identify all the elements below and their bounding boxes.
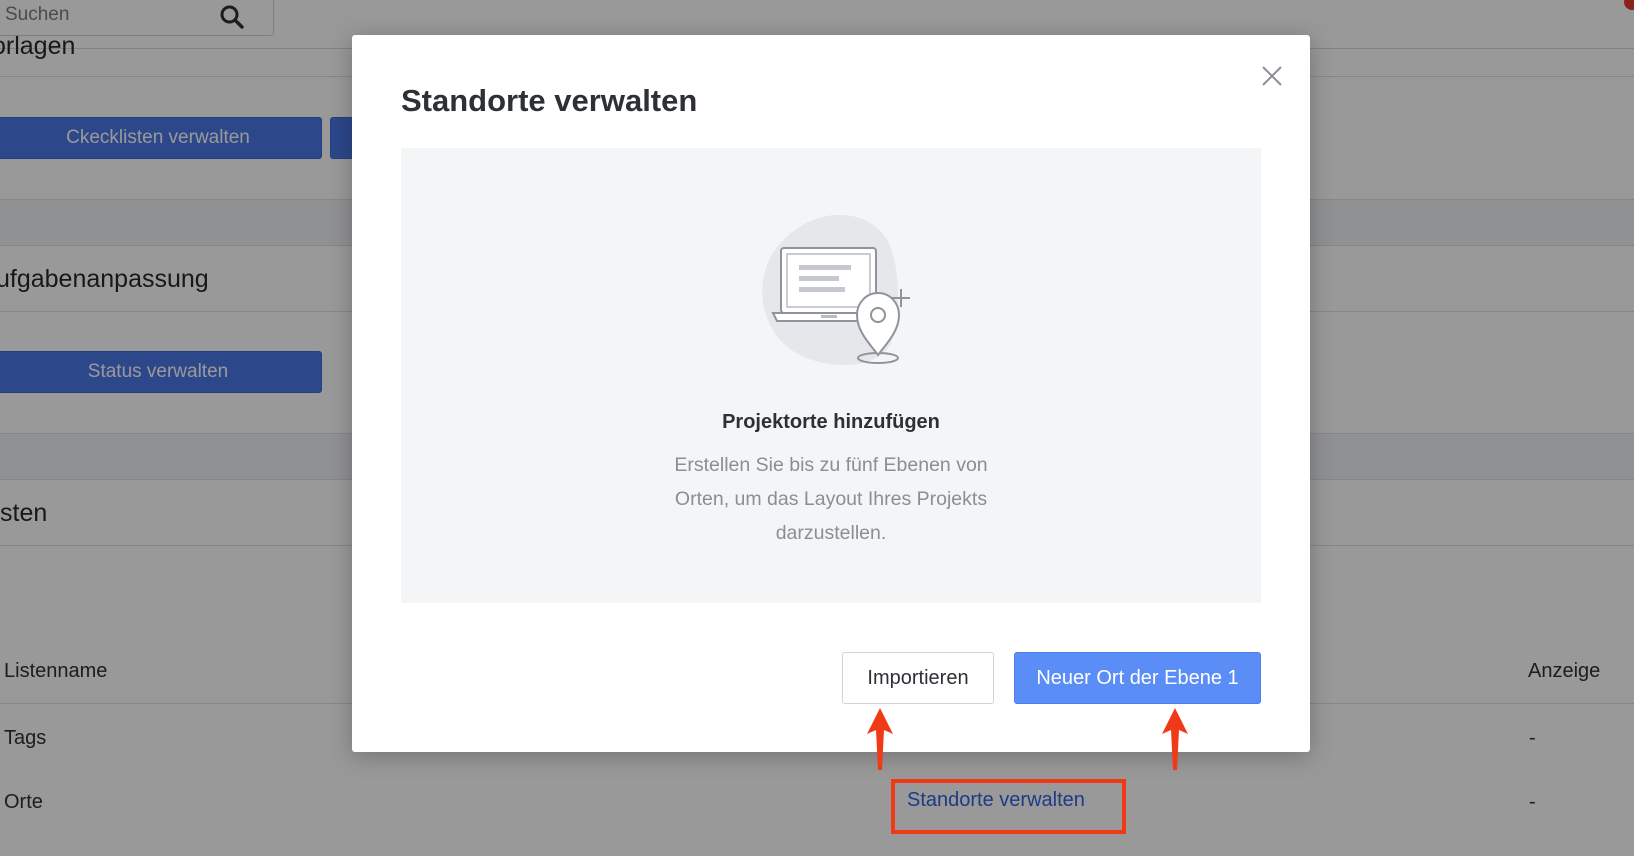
manage-locations-modal: Standorte verwalten Projektorte hinzufüg…	[352, 35, 1310, 752]
empty-state-panel: Projektorte hinzufügen Erstellen Sie bis…	[401, 148, 1261, 603]
annotation-arrow-icon	[1162, 708, 1188, 770]
annotation-highlight-box	[891, 779, 1126, 834]
import-button[interactable]: Importieren	[842, 652, 994, 704]
laptop-location-pin-illustration	[762, 214, 910, 365]
empty-state-title: Projektorte hinzufügen	[722, 411, 940, 433]
new-level1-location-button[interactable]: Neuer Ort der Ebene 1	[1014, 652, 1261, 704]
close-icon[interactable]	[1257, 61, 1287, 91]
empty-state-description: Erstellen Sie bis zu fünf Ebenen von Ort…	[674, 454, 988, 544]
annotation-arrow-icon	[867, 708, 893, 770]
modal-title: Standorte verwalten	[401, 83, 698, 118]
